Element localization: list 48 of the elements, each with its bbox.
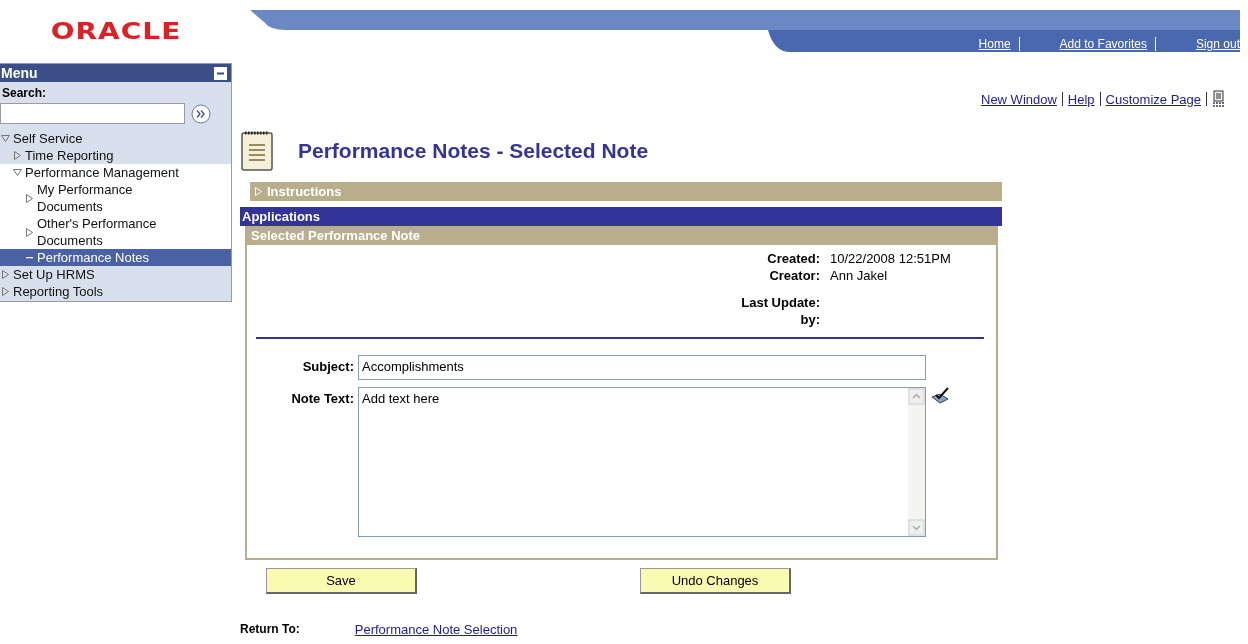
search-field[interactable] [0, 103, 185, 124]
field-value: 10/22/2008 12:51PM [830, 251, 952, 266]
search-label: Search: [1, 85, 48, 102]
expand-triangle-icon[interactable] [25, 193, 34, 203]
page-link[interactable]: New Window [981, 91, 1057, 107]
page-link[interactable]: Customize Page [1105, 91, 1201, 107]
menu-item[interactable]: Other's Performance Documents [0, 215, 231, 249]
collapse-triangle-icon[interactable] [1, 134, 10, 143]
menu-item[interactable]: Performance Management [0, 164, 231, 181]
field-label: Subject: [301, 358, 354, 374]
spell-check-icon[interactable] [930, 387, 950, 405]
action-button[interactable]: Undo Changes [640, 568, 791, 594]
expand-triangle-icon[interactable] [25, 227, 34, 237]
scroll-down-icon[interactable] [908, 519, 925, 536]
subject-field[interactable]: Accomplishments [358, 355, 926, 380]
field-label: Created: [766, 251, 820, 266]
collapse-triangle-icon[interactable] [13, 168, 22, 177]
field-label: Note Text: [290, 390, 354, 406]
menu-item[interactable]: Time Reporting [0, 147, 231, 164]
return-to-label: Return To: [240, 622, 300, 637]
scroll-up-icon[interactable] [908, 388, 925, 405]
header-link[interactable]: Sign out [1154, 37, 1248, 51]
menu-item[interactable]: My Performance Documents [0, 181, 231, 215]
page-title: Performance Notes - Selected Note [298, 139, 649, 163]
section-header: Applications [240, 207, 1002, 226]
note-text-area[interactable]: Add text here [358, 387, 926, 537]
page-link[interactable]: Help [1067, 91, 1095, 107]
field-label: Creator: [768, 268, 820, 283]
http-link-icon[interactable] [1212, 90, 1226, 108]
menu-title: Menu [1, 65, 38, 81]
notepad-icon [240, 130, 276, 172]
return-link[interactable]: Performance Note Selection [354, 622, 518, 637]
scrollbar[interactable] [908, 388, 925, 536]
action-button[interactable]: Save [266, 568, 417, 594]
panel-header: Selected Performance Note [247, 226, 996, 245]
menu-item[interactable]: Self Service [0, 130, 231, 147]
collapse-icon[interactable] [214, 66, 227, 80]
menu-item[interactable]: Set Up HRMS [0, 266, 231, 283]
menu-item[interactable]: Performance Notes [0, 249, 231, 266]
header-link[interactable]: Home [938, 37, 1019, 51]
field-value: Ann Jakel [830, 268, 889, 283]
field-label: Last Update: [740, 295, 820, 310]
field-label: by: [799, 312, 820, 327]
search-go-icon[interactable] [191, 103, 211, 124]
expand-triangle-icon[interactable] [13, 151, 22, 160]
oracle-logo: ORACLE [50, 16, 182, 45]
header-link[interactable]: Add to Favorites [1018, 37, 1155, 51]
menu-item[interactable]: Reporting Tools [0, 283, 231, 300]
